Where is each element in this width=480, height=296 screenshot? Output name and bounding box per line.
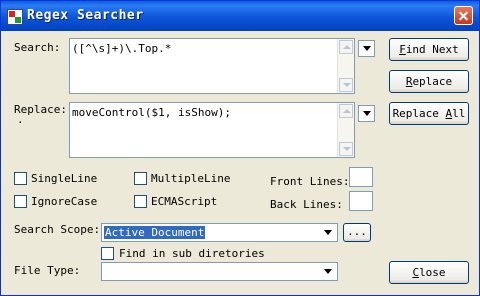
- regex-searcher-window: Regex Searcher Search: ([^\s]+)\.Top.* R…: [0, 0, 480, 296]
- back-lines-label: Back Lines:: [270, 198, 343, 211]
- ignorecase-checkbox[interactable]: [14, 195, 27, 208]
- search-label: Search:: [14, 41, 61, 54]
- ecmascript-checkbox[interactable]: [134, 195, 147, 208]
- replace-input[interactable]: moveControl($1, isShow);: [69, 102, 355, 158]
- scroll-up-icon[interactable]: [339, 40, 353, 54]
- back-lines-input[interactable]: [349, 191, 373, 211]
- replace-all-button[interactable]: Replace All: [389, 102, 469, 125]
- search-scrollbar[interactable]: [337, 39, 354, 93]
- browse-button[interactable]: ...: [343, 223, 371, 242]
- front-lines-input[interactable]: [349, 167, 373, 187]
- search-scope-label: Search Scope:: [14, 223, 101, 236]
- replace-history-dropdown[interactable]: [358, 105, 375, 122]
- file-type-label: File Type:: [14, 264, 81, 277]
- search-input[interactable]: ([^\s]+)\.Top.*: [69, 38, 355, 94]
- sub-directories-checkbox[interactable]: [101, 247, 114, 260]
- singleline-checkbox[interactable]: [14, 172, 27, 185]
- search-scope-value: Active Document: [104, 226, 206, 239]
- window-title: Regex Searcher: [27, 8, 144, 23]
- scroll-up-icon[interactable]: [339, 104, 353, 118]
- search-scope-combo[interactable]: Active Document: [101, 223, 338, 242]
- title-bar[interactable]: Regex Searcher: [1, 1, 479, 31]
- replace-button[interactable]: Replace: [389, 70, 469, 93]
- scroll-down-icon[interactable]: [339, 142, 353, 156]
- file-type-combo[interactable]: [101, 262, 338, 281]
- multipleline-label: MultipleLine: [151, 172, 231, 185]
- find-next-button[interactable]: Find Next: [389, 38, 469, 61]
- close-window-icon[interactable]: [454, 6, 473, 25]
- scroll-down-icon[interactable]: [339, 78, 353, 92]
- ecmascript-label: ECMAScript: [151, 195, 218, 208]
- multipleline-checkbox[interactable]: [134, 172, 147, 185]
- chevron-down-icon[interactable]: [320, 224, 337, 241]
- front-lines-label: Front Lines:: [270, 175, 350, 188]
- replace-input-text: moveControl($1, isShow);: [72, 106, 231, 119]
- search-input-text: ([^\s]+)\.Top.*: [72, 42, 172, 55]
- app-icon: [7, 9, 23, 25]
- singleline-label: SingleLine: [31, 172, 98, 185]
- replace-scrollbar[interactable]: [337, 103, 354, 157]
- chevron-down-icon[interactable]: [320, 263, 337, 280]
- close-button[interactable]: Close: [389, 261, 469, 284]
- replace-label-mark: .: [17, 113, 24, 126]
- ignorecase-label: IgnoreCase: [31, 195, 98, 208]
- sub-directories-label: Find in sub diretories: [119, 247, 265, 260]
- search-history-dropdown[interactable]: [358, 40, 375, 57]
